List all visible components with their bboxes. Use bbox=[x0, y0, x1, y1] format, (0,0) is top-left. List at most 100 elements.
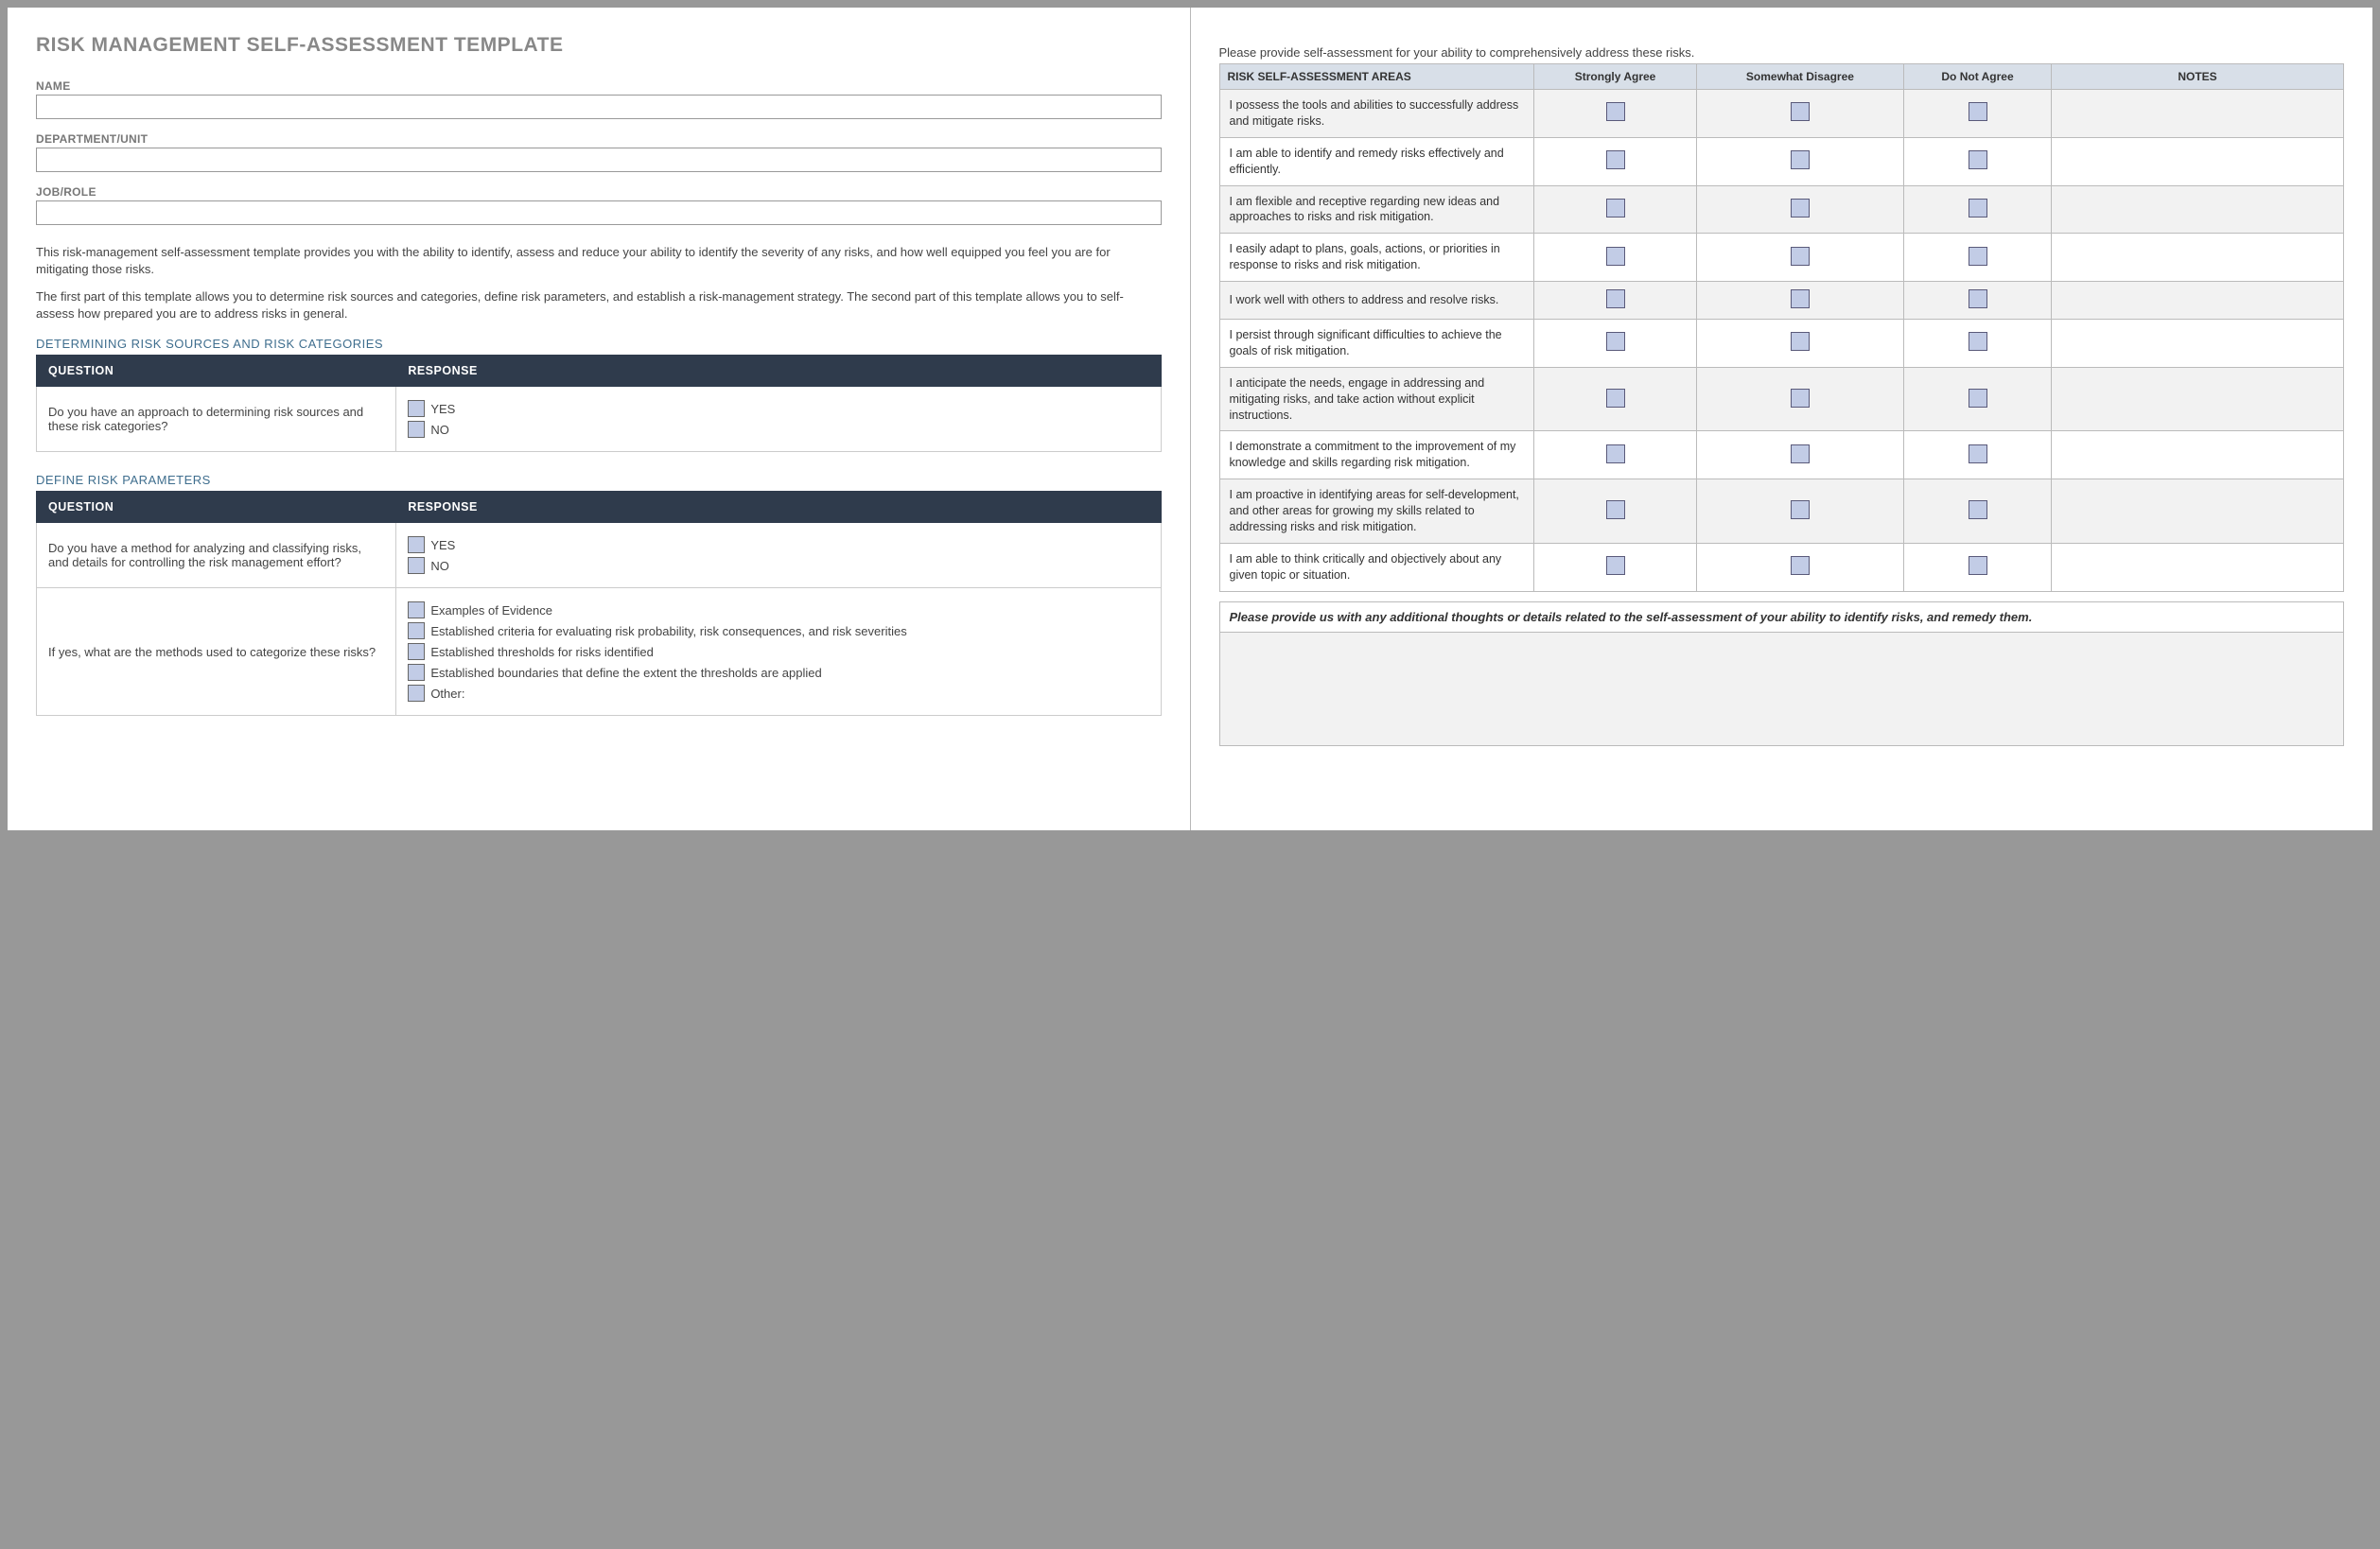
section2-no-checkbox[interactable] bbox=[408, 557, 425, 574]
section2-opt0-label: Examples of Evidence bbox=[430, 603, 552, 618]
assess-col-somewhat-disagree: Somewhat Disagree bbox=[1696, 64, 1903, 90]
somewhat-disagree-checkbox[interactable] bbox=[1791, 556, 1810, 575]
assessment-row: I am able to think critically and object… bbox=[1219, 543, 2344, 591]
assessment-area-text: I am able to identify and remedy risks e… bbox=[1219, 137, 1534, 185]
assessment-notes-cell[interactable] bbox=[2052, 367, 2344, 431]
strongly-agree-checkbox[interactable] bbox=[1606, 289, 1625, 308]
section2-opt4-checkbox[interactable] bbox=[408, 685, 425, 702]
somewhat-disagree-checkbox[interactable] bbox=[1791, 102, 1810, 121]
section2-opt4-label: Other: bbox=[430, 687, 464, 701]
section2-opt1-checkbox[interactable] bbox=[408, 622, 425, 639]
strongly-agree-checkbox[interactable] bbox=[1606, 556, 1625, 575]
do-not-agree-checkbox[interactable] bbox=[1969, 199, 1987, 218]
assessment-notes-cell[interactable] bbox=[2052, 431, 2344, 479]
section2-opt2-label: Established thresholds for risks identif… bbox=[430, 645, 654, 659]
name-label: NAME bbox=[36, 79, 1162, 93]
assessment-area-text: I demonstrate a commitment to the improv… bbox=[1219, 431, 1534, 479]
assessment-row: I persist through significant difficulti… bbox=[1219, 320, 2344, 368]
assessment-notes-cell[interactable] bbox=[2052, 137, 2344, 185]
name-input[interactable] bbox=[36, 95, 1162, 119]
do-not-agree-checkbox[interactable] bbox=[1969, 332, 1987, 351]
right-column: Please provide self-assessment for your … bbox=[1191, 8, 2373, 830]
assessment-notes-cell[interactable] bbox=[2052, 90, 2344, 138]
section2-r1: YES NO bbox=[396, 523, 1161, 588]
section1-no-checkbox[interactable] bbox=[408, 421, 425, 438]
section2-opt2-checkbox[interactable] bbox=[408, 643, 425, 660]
somewhat-disagree-checkbox[interactable] bbox=[1791, 199, 1810, 218]
assessment-table: RISK SELF-ASSESSMENT AREAS Strongly Agre… bbox=[1219, 63, 2345, 592]
do-not-agree-checkbox[interactable] bbox=[1969, 102, 1987, 121]
strongly-agree-checkbox[interactable] bbox=[1606, 444, 1625, 463]
page: RISK MANAGEMENT SELF-ASSESSMENT TEMPLATE… bbox=[8, 8, 2372, 830]
assessment-row: I anticipate the needs, engage in addres… bbox=[1219, 367, 2344, 431]
assessment-area-text: I work well with others to address and r… bbox=[1219, 282, 1534, 320]
assessment-area-text: I am flexible and receptive regarding ne… bbox=[1219, 185, 1534, 234]
section2-col-question: QUESTION bbox=[37, 492, 396, 523]
assessment-area-text: I possess the tools and abilities to suc… bbox=[1219, 90, 1534, 138]
dept-input[interactable] bbox=[36, 148, 1162, 172]
assessment-notes-cell[interactable] bbox=[2052, 185, 2344, 234]
do-not-agree-checkbox[interactable] bbox=[1969, 289, 1987, 308]
section2-heading: DEFINE RISK PARAMETERS bbox=[36, 473, 1162, 487]
assessment-notes-cell[interactable] bbox=[2052, 234, 2344, 282]
intro-p1: This risk-management self-assessment tem… bbox=[36, 244, 1162, 277]
somewhat-disagree-checkbox[interactable] bbox=[1791, 332, 1810, 351]
assessment-row: I am flexible and receptive regarding ne… bbox=[1219, 185, 2344, 234]
feedback-heading: Please provide us with any additional th… bbox=[1219, 601, 2345, 633]
assessment-area-text: I am proactive in identifying areas for … bbox=[1219, 479, 1534, 544]
section2-r2: Examples of Evidence Established criteri… bbox=[396, 588, 1161, 716]
assessment-area-text: I persist through significant difficulti… bbox=[1219, 320, 1534, 368]
section2-opt3-checkbox[interactable] bbox=[408, 664, 425, 681]
assessment-row: I am able to identify and remedy risks e… bbox=[1219, 137, 2344, 185]
do-not-agree-checkbox[interactable] bbox=[1969, 389, 1987, 408]
somewhat-disagree-checkbox[interactable] bbox=[1791, 500, 1810, 519]
assess-col-strongly-agree: Strongly Agree bbox=[1534, 64, 1697, 90]
somewhat-disagree-checkbox[interactable] bbox=[1791, 389, 1810, 408]
section2-yes-label: YES bbox=[430, 538, 455, 552]
strongly-agree-checkbox[interactable] bbox=[1606, 500, 1625, 519]
role-input[interactable] bbox=[36, 200, 1162, 225]
assessment-row: I easily adapt to plans, goals, actions,… bbox=[1219, 234, 2344, 282]
strongly-agree-checkbox[interactable] bbox=[1606, 150, 1625, 169]
do-not-agree-checkbox[interactable] bbox=[1969, 444, 1987, 463]
intro-text: This risk-management self-assessment tem… bbox=[36, 244, 1162, 322]
strongly-agree-checkbox[interactable] bbox=[1606, 247, 1625, 266]
assessment-row: I demonstrate a commitment to the improv… bbox=[1219, 431, 2344, 479]
section2-table: QUESTION RESPONSE Do you have a method f… bbox=[36, 491, 1162, 716]
section2-q1: Do you have a method for analyzing and c… bbox=[37, 523, 396, 588]
section1-yes-label: YES bbox=[430, 402, 455, 416]
feedback-textarea[interactable] bbox=[1219, 633, 2345, 746]
assessment-row: I possess the tools and abilities to suc… bbox=[1219, 90, 2344, 138]
section2-opt3-label: Established boundaries that define the e… bbox=[430, 666, 821, 680]
left-column: RISK MANAGEMENT SELF-ASSESSMENT TEMPLATE… bbox=[8, 8, 1191, 830]
strongly-agree-checkbox[interactable] bbox=[1606, 102, 1625, 121]
assessment-area-text: I easily adapt to plans, goals, actions,… bbox=[1219, 234, 1534, 282]
somewhat-disagree-checkbox[interactable] bbox=[1791, 247, 1810, 266]
section2-yes-checkbox[interactable] bbox=[408, 536, 425, 553]
do-not-agree-checkbox[interactable] bbox=[1969, 150, 1987, 169]
assessment-notes-cell[interactable] bbox=[2052, 282, 2344, 320]
strongly-agree-checkbox[interactable] bbox=[1606, 389, 1625, 408]
assessment-notes-cell[interactable] bbox=[2052, 543, 2344, 591]
section1-col-response: RESPONSE bbox=[396, 356, 1161, 387]
section1-no-label: NO bbox=[430, 423, 449, 437]
assessment-row: I work well with others to address and r… bbox=[1219, 282, 2344, 320]
section1-heading: DETERMINING RISK SOURCES AND RISK CATEGO… bbox=[36, 337, 1162, 351]
somewhat-disagree-checkbox[interactable] bbox=[1791, 444, 1810, 463]
assessment-notes-cell[interactable] bbox=[2052, 320, 2344, 368]
section2-opt0-checkbox[interactable] bbox=[408, 601, 425, 618]
somewhat-disagree-checkbox[interactable] bbox=[1791, 289, 1810, 308]
assess-col-do-not-agree: Do Not Agree bbox=[1904, 64, 2052, 90]
assessment-area-text: I am able to think critically and object… bbox=[1219, 543, 1534, 591]
dept-label: DEPARTMENT/UNIT bbox=[36, 132, 1162, 146]
section1-r1: YES NO bbox=[396, 387, 1161, 452]
do-not-agree-checkbox[interactable] bbox=[1969, 500, 1987, 519]
do-not-agree-checkbox[interactable] bbox=[1969, 247, 1987, 266]
assessment-notes-cell[interactable] bbox=[2052, 479, 2344, 544]
section1-yes-checkbox[interactable] bbox=[408, 400, 425, 417]
somewhat-disagree-checkbox[interactable] bbox=[1791, 150, 1810, 169]
page-title: RISK MANAGEMENT SELF-ASSESSMENT TEMPLATE bbox=[36, 34, 1162, 57]
strongly-agree-checkbox[interactable] bbox=[1606, 199, 1625, 218]
do-not-agree-checkbox[interactable] bbox=[1969, 556, 1987, 575]
strongly-agree-checkbox[interactable] bbox=[1606, 332, 1625, 351]
